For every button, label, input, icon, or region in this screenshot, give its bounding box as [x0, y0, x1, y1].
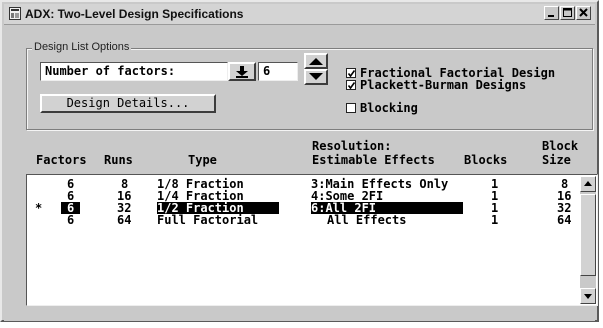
cell-runs: 64 [117, 213, 132, 227]
maximize-icon [563, 8, 572, 17]
maximize-button[interactable] [560, 6, 575, 20]
scroll-down-icon [584, 294, 592, 299]
title-bar[interactable]: ADX: Two-Level Design Specifications [4, 4, 595, 25]
decrement-button[interactable] [304, 69, 328, 85]
scroll-thumb[interactable] [580, 194, 596, 276]
header-resolution: Resolution: [312, 139, 392, 153]
design-list[interactable]: 6 8 1/8 Fraction 3:Main Effects Only 1 8… [26, 174, 598, 306]
scroll-down-button[interactable] [580, 288, 596, 304]
adx-window: ADX: Two-Level Design Specifications Des… [0, 0, 599, 322]
down-arrow-icon [236, 66, 248, 78]
header-blocks: Blocks [464, 153, 508, 167]
cell-resolution: All Effects [327, 213, 407, 227]
blocking-label: Blocking [360, 101, 418, 115]
header-size: Size [542, 153, 571, 167]
plackett-burman-checkbox[interactable]: Plackett-Burman Designs [346, 78, 526, 92]
checkbox-box[interactable] [346, 68, 356, 78]
group-label: Design List Options [32, 41, 132, 53]
table-row[interactable]: 6 64 Full Factorial All Effects 1 64 [27, 214, 577, 226]
checkbox-box[interactable] [346, 103, 356, 113]
check-icon [347, 82, 356, 90]
close-button[interactable] [576, 6, 591, 20]
header-factors: Factors [36, 153, 87, 167]
row-marker: * [35, 201, 43, 215]
check-icon [347, 70, 356, 78]
cell-blocks: 1 [491, 213, 499, 227]
header-type: Type [188, 153, 217, 167]
cell-type: Full Factorial [157, 213, 259, 227]
window-title: ADX: Two-Level Design Specifications [25, 7, 244, 21]
number-of-factors-input[interactable]: 6 [258, 62, 298, 81]
checkbox-box[interactable] [346, 80, 356, 90]
close-icon [579, 8, 588, 17]
minimize-button[interactable] [544, 6, 559, 20]
number-of-factors-label: Number of factors: [40, 62, 228, 81]
scroll-up-icon [584, 181, 592, 186]
vertical-scrollbar[interactable] [580, 176, 596, 304]
factors-dropdown-button[interactable] [228, 62, 256, 81]
status-strip [4, 307, 595, 321]
header-block: Block [542, 139, 579, 153]
increment-button[interactable] [304, 53, 328, 69]
scroll-up-button[interactable] [580, 176, 596, 192]
plackett-burman-label: Plackett-Burman Designs [360, 78, 527, 92]
header-estimable-effects: Estimable Effects [312, 153, 435, 167]
cell-factors: 6 [67, 213, 75, 227]
blocking-checkbox[interactable]: Blocking [346, 101, 418, 115]
cell-block-size: 64 [557, 213, 572, 227]
up-arrow-icon [309, 58, 323, 65]
minimize-icon [548, 15, 554, 17]
down-arrow-icon [309, 73, 323, 80]
header-runs: Runs [104, 153, 133, 167]
design-details-button[interactable]: Design Details... [40, 94, 216, 113]
app-window-icon [9, 7, 21, 20]
